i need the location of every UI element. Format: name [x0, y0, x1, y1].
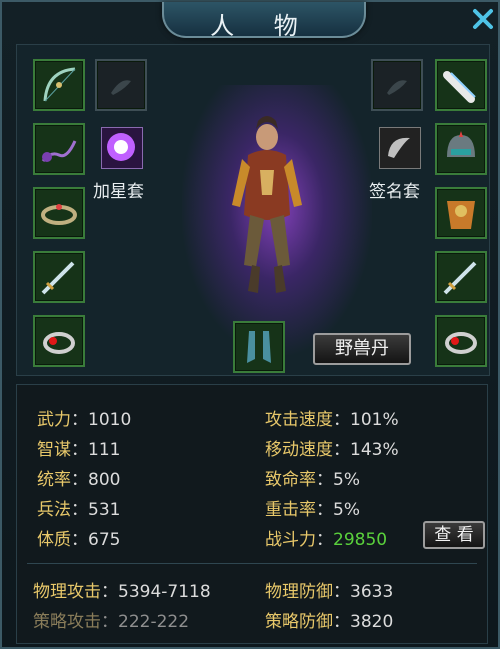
equip-slot-sword-left[interactable] [33, 251, 85, 303]
boots-icon [247, 331, 271, 363]
set-signature-label: 签名套 [369, 182, 420, 202]
equip-slot-scroll[interactable] [435, 59, 487, 111]
stat-key: 物理攻击 [33, 582, 101, 602]
stat-row: 策略攻击：222-222 [33, 612, 190, 632]
stat-value: 5% [333, 500, 360, 520]
character-window: 人 物 加星套 签名套 野兽丹 武力：1010 智谋：111 统率：800 兵法… [0, 0, 500, 649]
window-title: 人 物 [210, 12, 314, 40]
stat-value: 5394-7118 [118, 582, 211, 602]
combat-power-value: 29850 [333, 530, 388, 550]
stat-key: 策略防御 [265, 612, 333, 632]
empty-slot-icon [387, 80, 407, 95]
stat-value: 531 [88, 500, 121, 520]
view-button[interactable]: 查 看 [423, 521, 485, 549]
bracelet-icon [41, 204, 77, 225]
equip-slot-ring-left[interactable] [33, 315, 85, 367]
equip-slot-boots[interactable] [233, 321, 285, 373]
stat-row: 兵法：531 [37, 500, 121, 520]
equip-slot-helmet[interactable] [435, 123, 487, 175]
stat-value: 675 [88, 530, 121, 550]
grey-gem-icon [388, 137, 410, 158]
ring-icon [445, 332, 477, 354]
sword-icon [41, 261, 75, 295]
stat-value: 222-222 [118, 612, 190, 632]
scroll-icon [443, 71, 476, 103]
stat-key: 攻击速度 [265, 410, 333, 430]
stat-value: 800 [88, 470, 121, 490]
ring-icon [43, 332, 75, 354]
stat-key: 战斗力 [265, 530, 316, 550]
stat-value: 1010 [88, 410, 132, 430]
chain-whip-icon [41, 140, 77, 162]
set-star-gem[interactable] [101, 127, 143, 169]
armor-icon [447, 201, 475, 229]
stat-key: 武力 [37, 410, 71, 430]
bow-weapon-icon [43, 67, 76, 102]
empty-slot-icon [111, 80, 131, 95]
stat-row: 体质：675 [37, 530, 121, 550]
stat-value: 3820 [350, 612, 394, 632]
equip-slot-bow[interactable] [33, 59, 85, 111]
equip-slot-empty-right[interactable] [371, 59, 423, 111]
equip-slot-empty-left[interactable] [95, 59, 147, 111]
title-banner: 人 物 [162, 2, 366, 40]
set-signature-gem[interactable] [379, 127, 421, 169]
stat-value: 101% [350, 410, 399, 430]
stat-key: 兵法 [37, 500, 71, 520]
stat-value: 3633 [350, 582, 394, 602]
stat-row: 武力：1010 [37, 410, 132, 430]
stat-value: 111 [88, 440, 121, 460]
stat-row: 重击率：5% [265, 500, 360, 520]
stat-value: 143% [350, 440, 399, 460]
helmet-icon [447, 131, 475, 157]
stat-key: 统率 [37, 470, 71, 490]
equipment-panel: 加星套 签名套 野兽丹 [16, 44, 490, 376]
stat-row: 攻击速度：101% [265, 410, 399, 430]
stat-key: 致命率 [265, 470, 316, 490]
stats-divider [27, 563, 477, 564]
stat-key: 体质 [37, 530, 71, 550]
stat-key: 移动速度 [265, 440, 333, 460]
stat-row: 统率：800 [37, 470, 121, 490]
equip-slot-ring-right[interactable] [435, 315, 487, 367]
stat-row: 移动速度：143% [265, 440, 399, 460]
stat-key: 物理防御 [265, 582, 333, 602]
set-star-label: 加星套 [93, 182, 144, 202]
stat-key: 智谋 [37, 440, 71, 460]
equip-slot-bracelet[interactable] [33, 187, 85, 239]
sword-icon [443, 261, 477, 295]
beast-pill-button[interactable]: 野兽丹 [313, 333, 411, 365]
equip-slot-armor[interactable] [435, 187, 487, 239]
stat-value: 5% [333, 470, 360, 490]
stat-row: 物理攻击：5394-7118 [33, 582, 211, 602]
stat-key: 策略攻击 [33, 612, 101, 632]
character-figure [232, 116, 302, 293]
close-icon[interactable] [470, 6, 496, 32]
stat-row: 智谋：111 [37, 440, 121, 460]
stat-row: 策略防御：3820 [265, 612, 394, 632]
stat-row: 物理防御：3633 [265, 582, 394, 602]
stats-panel: 武力：1010 智谋：111 统率：800 兵法：531 体质：675 攻击速度… [16, 384, 488, 644]
stat-row: 战斗力：29850 [265, 530, 388, 550]
glowing-gem-icon [107, 133, 135, 161]
stat-row: 致命率：5% [265, 470, 360, 490]
stat-key: 重击率 [265, 500, 316, 520]
equip-slot-sword-right[interactable] [435, 251, 487, 303]
equip-slot-whip[interactable] [33, 123, 85, 175]
